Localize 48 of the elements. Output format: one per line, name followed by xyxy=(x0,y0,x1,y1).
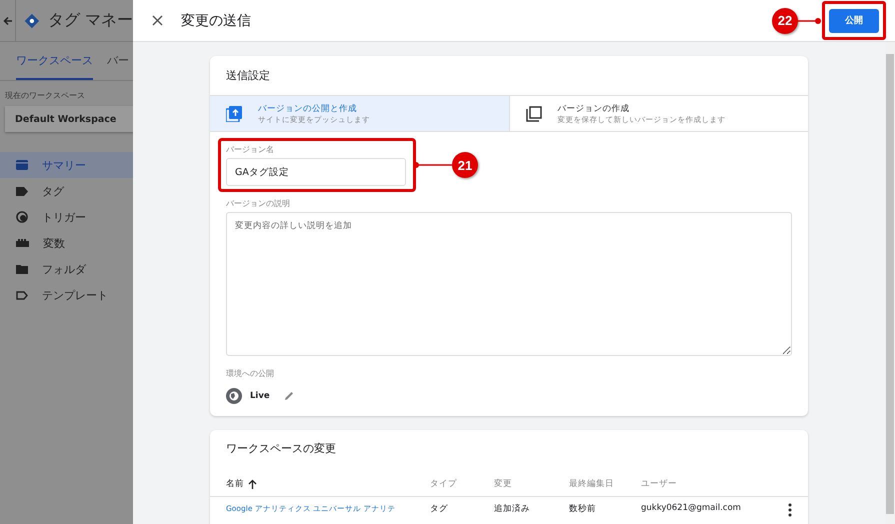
template-icon xyxy=(16,290,28,300)
tag-icon xyxy=(16,186,28,196)
copy-icon xyxy=(526,106,542,122)
workspace-label: 現在のワークスペース xyxy=(5,90,86,101)
publish-button[interactable]: 公開 xyxy=(829,8,879,33)
card-title: ワークスペースの変更 xyxy=(225,441,337,457)
upload-icon xyxy=(226,106,242,122)
edit-button[interactable] xyxy=(284,391,294,401)
nav-item[interactable]: テンプレート xyxy=(0,282,133,308)
globe-icon xyxy=(226,388,242,404)
workspace-tab[interactable]: ワークスペース xyxy=(16,42,93,80)
nav-item[interactable]: タグ xyxy=(0,178,133,204)
pencil-icon xyxy=(284,391,294,401)
nav-item[interactable]: サマリー xyxy=(0,152,133,178)
column-header: 変更 xyxy=(494,478,513,490)
table-cell-text: タグ xyxy=(430,503,449,515)
nav-item[interactable]: 変数 xyxy=(0,230,133,256)
table-cell-text: 数秒前 xyxy=(569,503,597,515)
field-label: バージョン名 xyxy=(226,144,275,155)
workspace-tab[interactable]: バー xyxy=(107,42,129,80)
column-header: 最終編集日 xyxy=(569,478,615,490)
field-label: 環境への公開 xyxy=(226,368,275,379)
column-header: ユーザー xyxy=(641,478,678,490)
app-title: タグ マネー xyxy=(48,10,133,31)
sort-arrow-icon xyxy=(248,479,257,489)
dialog-title: 変更の送信 xyxy=(181,12,251,30)
callout-number: 22 xyxy=(772,8,798,34)
description-field[interactable]: 変更内容の詳しい説明を追加 xyxy=(226,212,792,356)
back-arrow-icon xyxy=(2,16,13,26)
more-button[interactable] xyxy=(788,503,792,517)
table-cell-text: gukky0621@gmail.com xyxy=(641,503,742,513)
card-title: 送信設定 xyxy=(225,68,271,84)
table-cell-text: 追加済み xyxy=(494,503,531,515)
field-label: バージョンの説明 xyxy=(226,198,291,209)
folder-icon xyxy=(16,264,28,274)
blocks-icon xyxy=(16,239,29,247)
callout-number: 21 xyxy=(452,152,478,178)
more-vertical-icon xyxy=(788,503,792,517)
nav-item[interactable]: フォルダ xyxy=(0,256,133,282)
environment-name: Live xyxy=(250,391,270,401)
version-name-field[interactable]: GAタグ設定 xyxy=(226,158,406,186)
column-header: タイプ xyxy=(430,478,458,490)
folder-icon xyxy=(16,160,28,170)
column-header[interactable]: 名前 xyxy=(226,478,430,490)
close-icon xyxy=(152,15,162,26)
trigger-icon xyxy=(16,211,28,223)
nav-item[interactable]: トリガー xyxy=(0,204,133,230)
workspace-selector[interactable]: Default Workspace xyxy=(5,106,133,132)
